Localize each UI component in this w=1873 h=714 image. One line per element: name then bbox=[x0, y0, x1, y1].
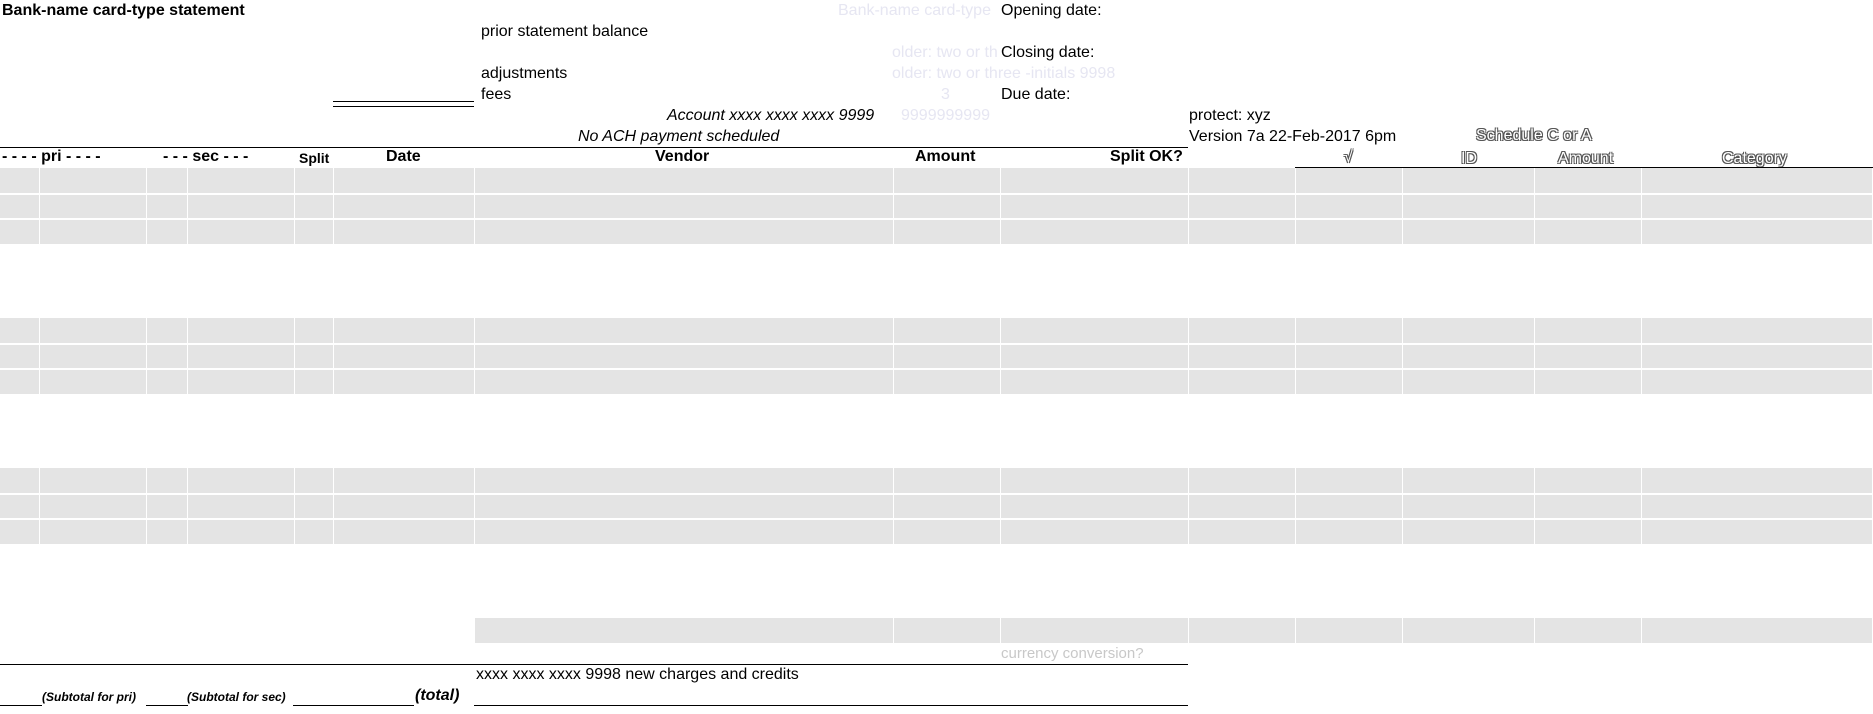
col-split-ok-header: Split OK? bbox=[1110, 148, 1183, 165]
col-sep bbox=[893, 168, 894, 643]
schedule-title: Schedule C or A bbox=[1476, 127, 1592, 144]
ach-note: No ACH payment scheduled bbox=[578, 128, 780, 145]
schedule-id-header: ID bbox=[1461, 150, 1477, 167]
total-label: (total) bbox=[415, 687, 460, 704]
col-sep bbox=[1402, 168, 1403, 643]
ghost-title: Bank-name card-type bbox=[838, 2, 991, 19]
subtotal-underline bbox=[0, 705, 42, 706]
currency-conversion-label: currency conversion? bbox=[1001, 645, 1144, 662]
account-line: Account xxxx xxxx xxxx 9999 bbox=[667, 107, 875, 124]
col-sep bbox=[294, 168, 295, 544]
ghost-account-number: 9999999999 bbox=[901, 107, 990, 124]
entry-band-4 bbox=[474, 618, 1872, 643]
entry-band-3 bbox=[0, 468, 1872, 544]
subtotal-underline bbox=[146, 705, 188, 706]
col-amount-header: Amount bbox=[915, 148, 976, 165]
col-sep bbox=[1295, 168, 1296, 643]
col-sep bbox=[333, 168, 334, 544]
col-sep bbox=[187, 168, 188, 544]
schedule-category-header: Category bbox=[1722, 150, 1787, 167]
col-vendor-header: Vendor bbox=[655, 148, 710, 165]
band-row-sep bbox=[0, 218, 1872, 220]
col-sep bbox=[146, 168, 147, 544]
ghost-holder-1: older: two or th bbox=[892, 44, 998, 61]
col-sep bbox=[1188, 168, 1189, 643]
adjustments-label: adjustments bbox=[481, 65, 568, 82]
prior-balance-label: prior statement balance bbox=[481, 23, 649, 40]
band-row-sep bbox=[0, 518, 1872, 520]
entry-band-1 bbox=[0, 168, 1872, 244]
schedule-check-header: √ bbox=[1344, 149, 1353, 166]
col-date-header: Date bbox=[386, 148, 421, 165]
col-sec-header: - - - sec - - - bbox=[163, 148, 249, 165]
ghost-num: 3 bbox=[941, 86, 950, 103]
col-pri-header: - - - - pri - - - - bbox=[2, 148, 101, 165]
col-sep bbox=[1534, 168, 1535, 643]
subtotal-pri-label: (Subtotal for pri) bbox=[42, 690, 136, 704]
col-sep bbox=[474, 168, 475, 643]
statement-title: Bank-name card-type statement bbox=[2, 2, 245, 19]
band-row-sep bbox=[0, 368, 1872, 370]
fees-underline-top bbox=[333, 101, 474, 102]
fees-label: fees bbox=[481, 86, 512, 103]
schedule-amount-header: Amount bbox=[1558, 150, 1614, 167]
due-date-label: Due date: bbox=[1001, 86, 1071, 103]
band-row-sep bbox=[0, 493, 1872, 495]
col-sep bbox=[39, 168, 40, 544]
subtotal-underline bbox=[293, 705, 414, 706]
closing-date-label: Closing date: bbox=[1001, 44, 1095, 61]
entry-band-2 bbox=[0, 318, 1872, 394]
fees-underline-bottom bbox=[333, 106, 474, 107]
protect-label: protect: xyz bbox=[1189, 107, 1271, 124]
band-row-sep bbox=[0, 343, 1872, 345]
band-row-sep bbox=[0, 193, 1872, 195]
new-charges-label: xxxx xxxx xxxx 9998 new charges and cred… bbox=[476, 666, 799, 683]
version-label: Version 7a 22-Feb-2017 6pm bbox=[1189, 128, 1397, 145]
col-sep bbox=[1641, 168, 1642, 643]
subtotal-sec-label: (Subtotal for sec) bbox=[187, 690, 286, 704]
ghost-holder-2: older: two or three -initials 9998 bbox=[892, 65, 1116, 82]
col-sep bbox=[1000, 168, 1001, 643]
col-split-header: Split bbox=[299, 150, 330, 166]
opening-date-label: Opening date: bbox=[1001, 2, 1102, 19]
footer-rule-bottom bbox=[474, 705, 1188, 706]
